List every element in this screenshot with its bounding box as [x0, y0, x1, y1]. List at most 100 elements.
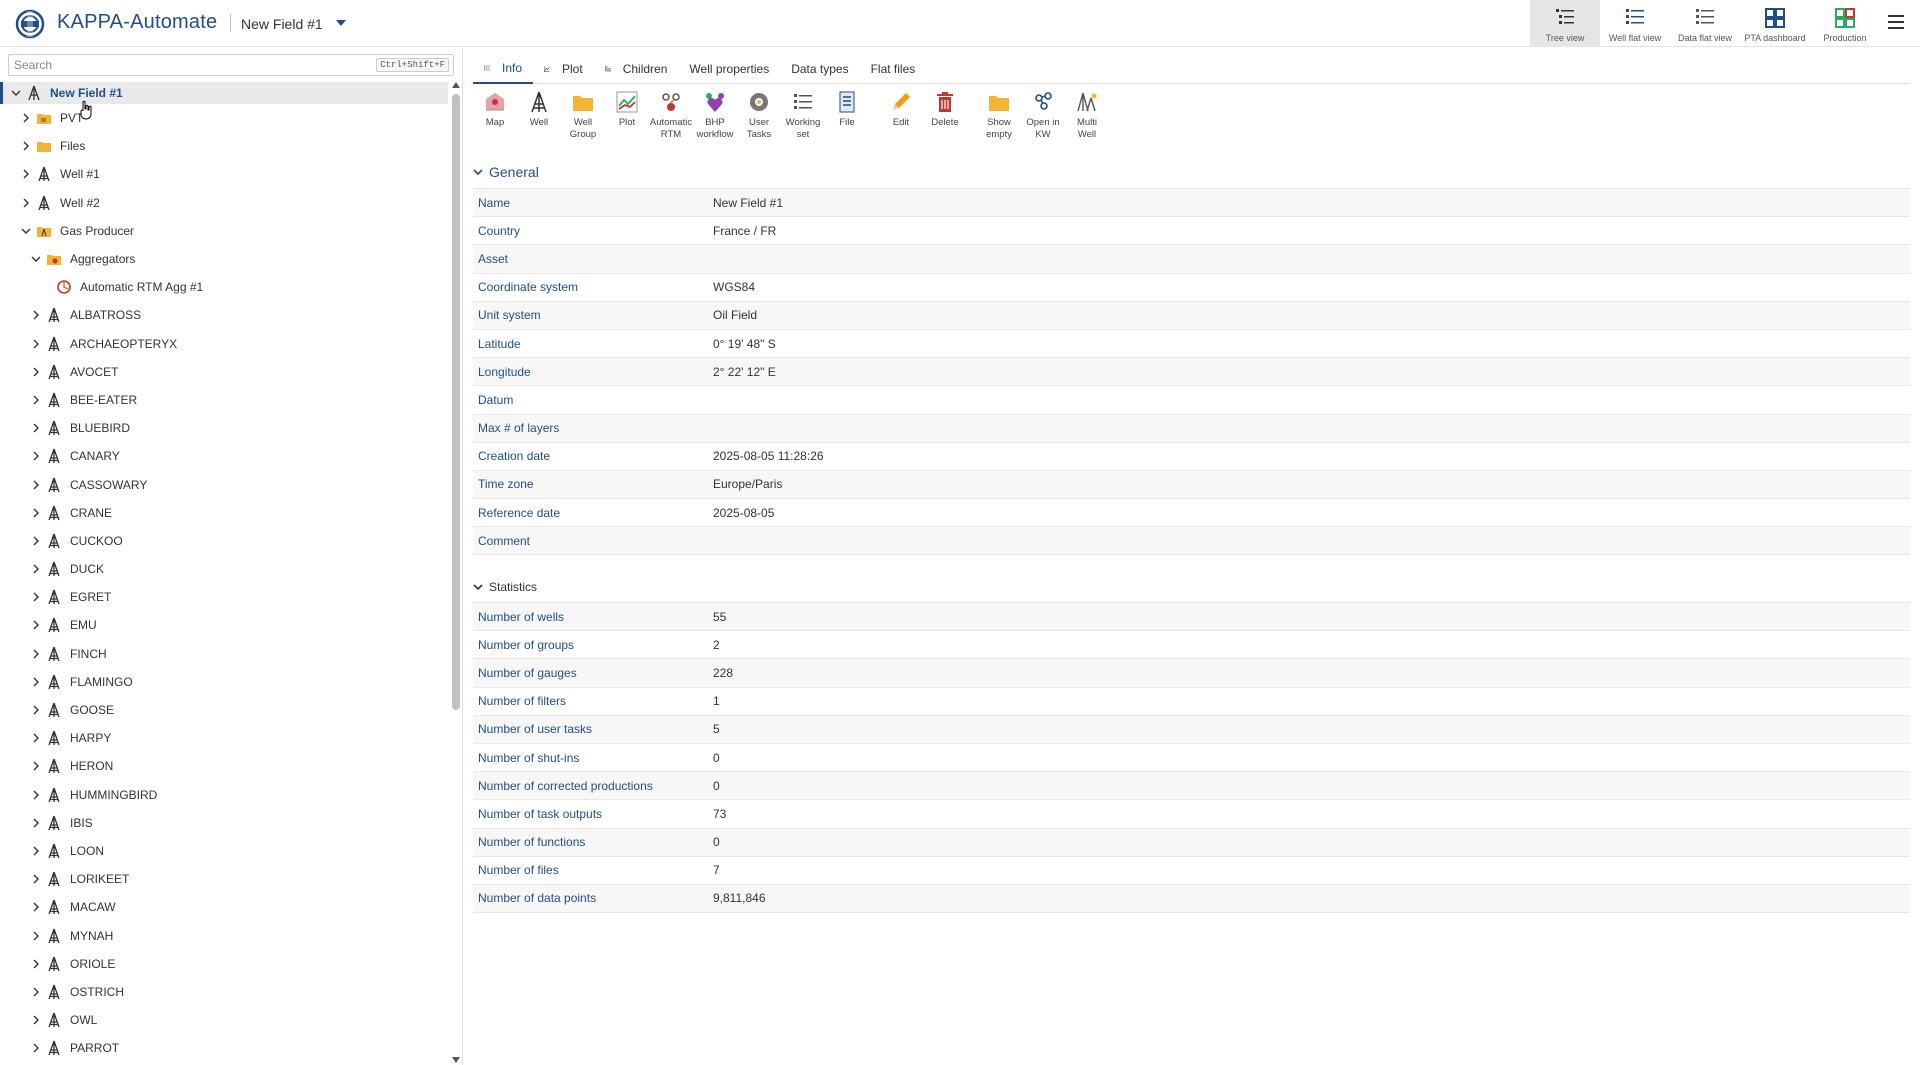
- view-button-tree-view[interactable]: Tree view: [1530, 0, 1600, 47]
- tree-node[interactable]: Aggregators: [0, 245, 448, 273]
- chevron-right-icon[interactable]: [30, 366, 42, 378]
- chevron-right-icon[interactable]: [20, 140, 32, 152]
- tree-node[interactable]: CANARY: [0, 442, 448, 470]
- tree-node[interactable]: MYNAH: [0, 921, 448, 949]
- chevron-right-icon[interactable]: [30, 591, 42, 603]
- tree-node[interactable]: OSTRICH: [0, 978, 448, 1006]
- tab-children[interactable]: Children: [594, 54, 679, 84]
- chevron-down-icon[interactable]: [20, 225, 32, 237]
- tree-node[interactable]: EGRET: [0, 583, 448, 611]
- general-section-header[interactable]: General: [473, 164, 539, 180]
- chevron-right-icon[interactable]: [30, 563, 42, 575]
- chevron-right-icon[interactable]: [30, 507, 42, 519]
- view-button-data-flat-view[interactable]: Data flat view: [1670, 0, 1740, 47]
- chevron-right-icon[interactable]: [30, 338, 42, 350]
- chevron-right-icon[interactable]: [30, 958, 42, 970]
- tab-flat-files[interactable]: Flat files: [860, 54, 927, 84]
- tree-node[interactable]: LORIKEET: [0, 865, 448, 893]
- view-button-production[interactable]: Production: [1810, 0, 1880, 47]
- tree-node[interactable]: Files: [0, 132, 448, 160]
- bhp-workflow-button[interactable]: BHP workflow: [693, 88, 737, 148]
- chevron-right-icon[interactable]: [30, 873, 42, 885]
- chevron-right-icon[interactable]: [30, 450, 42, 462]
- chevron-right-icon[interactable]: [30, 619, 42, 631]
- tree-node[interactable]: BEE-EATER: [0, 386, 448, 414]
- view-button-well-flat-view[interactable]: Well flat view: [1600, 0, 1670, 47]
- tree-scrollbar[interactable]: [451, 82, 461, 1065]
- tree-node[interactable]: New Field #1: [0, 82, 448, 104]
- well-group-button[interactable]: Well Group: [561, 88, 605, 148]
- current-field-name[interactable]: New Field #1: [241, 16, 323, 32]
- chevron-right-icon[interactable]: [30, 309, 42, 321]
- tab-data-types[interactable]: Data types: [780, 54, 859, 84]
- field-dropdown-caret-icon[interactable]: [336, 20, 346, 26]
- scroll-thumb[interactable]: [452, 94, 460, 710]
- scroll-up-arrow-icon[interactable]: [452, 82, 460, 88]
- tree-node[interactable]: PARROT: [0, 1034, 448, 1062]
- tree-node[interactable]: BLUEBIRD: [0, 414, 448, 442]
- chevron-right-icon[interactable]: [30, 901, 42, 913]
- chevron-down-icon[interactable]: [30, 253, 42, 265]
- tree-node[interactable]: CASSOWARY: [0, 470, 448, 498]
- delete-button[interactable]: Delete: [923, 88, 967, 148]
- chevron-right-icon[interactable]: [30, 845, 42, 857]
- chevron-right-icon[interactable]: [30, 760, 42, 772]
- tree-node[interactable]: HERON: [0, 752, 448, 780]
- tree-node[interactable]: Well #2: [0, 189, 448, 217]
- open-in-kw-button[interactable]: Open in KW: [1021, 88, 1065, 148]
- hamburger-menu-icon[interactable]: [1888, 15, 1904, 29]
- well-tool-button[interactable]: Well: [517, 88, 561, 148]
- chevron-right-icon[interactable]: [30, 394, 42, 406]
- edit-button[interactable]: Edit: [879, 88, 923, 148]
- tab-well-properties[interactable]: Well properties: [678, 54, 780, 84]
- tree-node[interactable]: FLAMINGO: [0, 668, 448, 696]
- tree-node[interactable]: FINCH: [0, 640, 448, 668]
- chevron-right-icon[interactable]: [30, 676, 42, 688]
- tree-node[interactable]: Automatic RTM Agg #1: [0, 273, 448, 301]
- view-button-pta-dashboard[interactable]: PTA dashboard: [1740, 0, 1810, 47]
- chevron-down-icon[interactable]: [10, 87, 22, 99]
- chevron-right-icon[interactable]: [30, 732, 42, 744]
- tree-node[interactable]: IBIS: [0, 809, 448, 837]
- tree-node[interactable]: ALBATROSS: [0, 301, 448, 329]
- tree-node[interactable]: HARPY: [0, 724, 448, 752]
- tree-node[interactable]: GOOSE: [0, 696, 448, 724]
- tree-node[interactable]: OWL: [0, 1006, 448, 1034]
- search-input[interactable]: [9, 55, 369, 75]
- tree-node[interactable]: MACAW: [0, 893, 448, 921]
- chevron-right-icon[interactable]: [30, 422, 42, 434]
- chevron-right-icon[interactable]: [30, 535, 42, 547]
- chevron-right-icon[interactable]: [30, 1042, 42, 1054]
- chevron-right-icon[interactable]: [30, 479, 42, 491]
- chevron-right-icon[interactable]: [30, 986, 42, 998]
- tree-node[interactable]: ARCHAEOPTERYX: [0, 330, 448, 358]
- tab-plot[interactable]: Plot: [533, 54, 594, 84]
- tree-node[interactable]: EMU: [0, 611, 448, 639]
- chevron-right-icon[interactable]: [20, 197, 32, 209]
- working-set-button[interactable]: Working set: [781, 88, 825, 148]
- chevron-right-icon[interactable]: [30, 1014, 42, 1026]
- file-button[interactable]: File: [825, 88, 869, 148]
- tree-node[interactable]: CRANE: [0, 499, 448, 527]
- tree-node[interactable]: PVT: [0, 104, 448, 132]
- tree-node[interactable]: Gas Producer: [0, 217, 448, 245]
- multi-well-button[interactable]: Multi Well: [1065, 88, 1109, 148]
- chevron-right-icon[interactable]: [30, 789, 42, 801]
- chevron-right-icon[interactable]: [30, 704, 42, 716]
- chevron-right-icon[interactable]: [30, 817, 42, 829]
- tree-node[interactable]: AVOCET: [0, 358, 448, 386]
- tab-info[interactable]: Info: [473, 54, 534, 84]
- automatic-rtm-button[interactable]: Automatic RTM: [649, 88, 693, 148]
- tree-node[interactable]: Well #1: [0, 160, 448, 188]
- plot-tool-button[interactable]: Plot: [605, 88, 649, 148]
- tree-node[interactable]: LOON: [0, 837, 448, 865]
- chevron-right-icon[interactable]: [20, 168, 32, 180]
- chevron-right-icon[interactable]: [30, 930, 42, 942]
- tree-node[interactable]: CUCKOO: [0, 527, 448, 555]
- chevron-right-icon[interactable]: [30, 648, 42, 660]
- show-empty-button[interactable]: Show empty: [977, 88, 1021, 148]
- tree-node[interactable]: ORIOLE: [0, 950, 448, 978]
- tree-node[interactable]: DUCK: [0, 555, 448, 583]
- map-button[interactable]: Map: [473, 88, 517, 148]
- scroll-down-arrow-icon[interactable]: [452, 1057, 460, 1063]
